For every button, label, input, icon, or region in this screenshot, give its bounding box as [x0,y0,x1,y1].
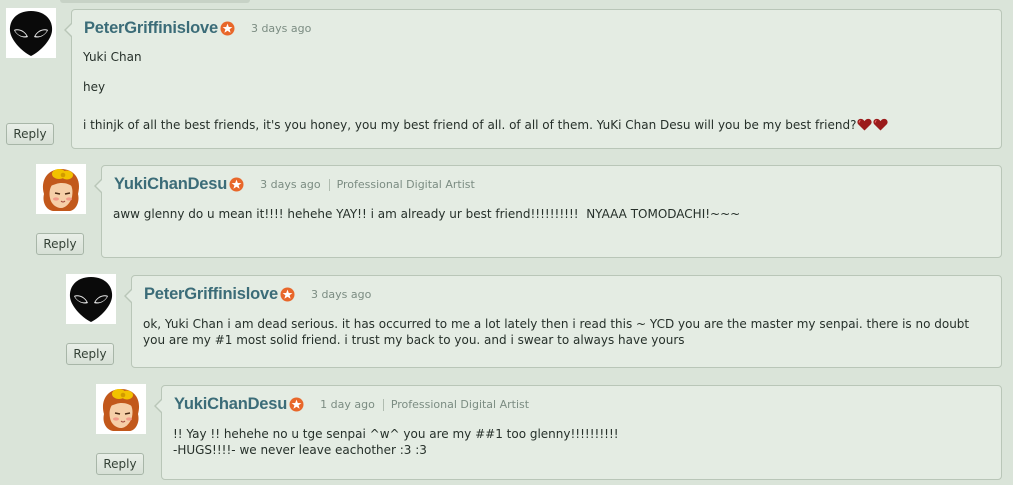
anime-girl-avatar-icon [96,384,146,434]
header-separator [382,398,384,411]
username-link[interactable]: PeterGriffinislove [84,19,218,38]
comment-text-paragraph: i thinjk of all the best friends, it's y… [83,117,993,133]
alien-avatar-icon [66,274,116,324]
comment-text-line: ok, Yuki Chan i am dead serious. it has … [143,317,970,347]
comment-header: YukiChanDesu 1 day ago Professional Digi… [174,395,529,414]
core-member-badge-icon[interactable] [280,287,295,302]
avatar[interactable] [6,8,56,58]
comment-text-line: -HUGS!!!!- we never leave eachother :3 :… [173,443,427,457]
username-link[interactable]: YukiChanDesu [174,395,287,414]
comment-text-line: Yuki Chan [83,50,142,64]
comment-body: aww glenny do u mean it!!!! hehehe YAY!!… [113,206,993,222]
username-link[interactable]: PeterGriffinislove [144,285,278,304]
comment-body: Yuki Chan hey i thinjk of all the best f… [83,49,993,133]
heart-emoticon-icon [873,118,889,131]
avatar[interactable] [36,164,86,214]
comment-body: ok, Yuki Chan i am dead serious. it has … [143,316,993,348]
core-member-badge-icon[interactable] [289,397,304,412]
alien-avatar-icon [6,8,56,58]
comment-bubble: PeterGriffinislove 3 days ago Yuki Chan … [64,9,1002,149]
comment-timestamp[interactable]: 3 days ago [311,288,371,301]
comment-text-line: i thinjk of all the best friends, it's y… [83,118,857,132]
header-separator [328,178,330,191]
comment-header: PeterGriffinislove 3 days ago [84,19,311,38]
reply-button[interactable]: Reply [66,343,114,365]
comment-bubble: PeterGriffinislove 3 days ago ok, Yuki C… [124,275,1002,368]
comment-header: PeterGriffinislove 3 days ago [144,285,371,304]
comment-timestamp[interactable]: 3 days ago [251,22,311,35]
comment-bubble: YukiChanDesu 1 day ago Professional Digi… [154,385,1002,480]
anime-girl-avatar-icon [36,164,86,214]
reply-button[interactable]: Reply [96,453,144,475]
user-role: Professional Digital Artist [390,398,530,411]
comment-header: YukiChanDesu 3 days ago Professional Dig… [114,175,475,194]
heart-emoticon-icon [857,118,873,131]
comment-timestamp[interactable]: 1 day ago [320,398,375,411]
comment-timestamp[interactable]: 3 days ago [260,178,320,191]
reply-button[interactable]: Reply [36,233,84,255]
username-link[interactable]: YukiChanDesu [114,175,227,194]
reply-button[interactable]: Reply [6,123,54,145]
core-member-badge-icon[interactable] [229,177,244,192]
comment-text-line: !! Yay !! hehehe no u tge senpai ^w^ you… [173,427,619,441]
avatar[interactable] [66,274,116,324]
user-role: Professional Digital Artist [336,178,475,191]
thread-top-divider [60,0,250,3]
comment-text-line: aww glenny do u mean it!!!! hehehe YAY!!… [113,207,741,221]
comment-bubble: YukiChanDesu 3 days ago Professional Dig… [94,165,1002,258]
comment-body: !! Yay !! hehehe no u tge senpai ^w^ you… [173,426,993,458]
core-member-badge-icon[interactable] [220,21,235,36]
comment-text-line: hey [83,80,106,94]
avatar[interactable] [96,384,146,434]
